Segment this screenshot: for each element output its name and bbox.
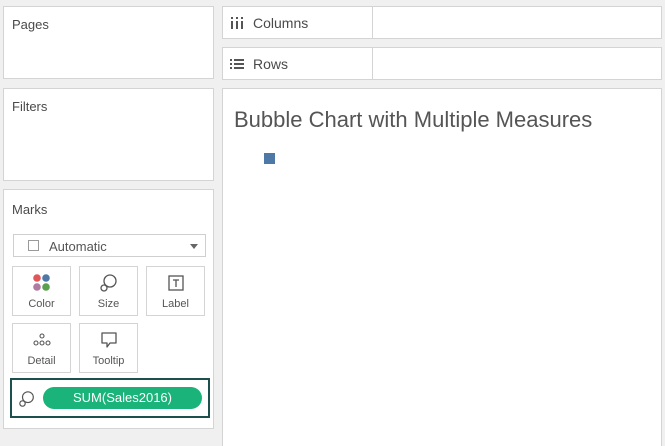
tooltip-button[interactable]: Tooltip (79, 323, 138, 373)
detail-button-label: Detail (27, 355, 56, 367)
tooltip-button-label: Tooltip (92, 355, 125, 367)
marks-card: Marks Automatic Color Size Label Detail … (3, 189, 214, 429)
label-button-label: Label (162, 298, 189, 310)
pages-title: Pages (12, 17, 49, 32)
view-title[interactable]: Bubble Chart with Multiple Measures (234, 107, 592, 133)
detail-dots-icon (13, 330, 70, 350)
marks-field-row: SUM(Sales2016) (10, 378, 210, 418)
size-icon (18, 390, 36, 413)
color-button[interactable]: Color (12, 266, 71, 316)
size-icon (80, 273, 137, 293)
rows-icon (229, 56, 245, 77)
color-button-label: Color (28, 298, 55, 310)
detail-button[interactable]: Detail (12, 323, 71, 373)
tooltip-icon (80, 330, 137, 350)
mark-type-icon (28, 240, 39, 251)
columns-icon (229, 15, 245, 36)
chevron-down-icon[interactable] (183, 235, 205, 256)
columns-shelf[interactable]: Columns (222, 6, 662, 39)
columns-label: Columns (253, 15, 309, 31)
color-dots-icon (13, 273, 70, 293)
filters-card[interactable]: Filters (3, 88, 214, 181)
filters-title: Filters (12, 99, 48, 114)
mark-type-label: Automatic (49, 239, 107, 254)
view-canvas[interactable]: Bubble Chart with Multiple Measures (222, 88, 662, 446)
size-button[interactable]: Size (79, 266, 138, 316)
rows-shelf[interactable]: Rows (222, 47, 662, 80)
bubble-mark[interactable] (264, 153, 275, 164)
sum-sales2016-pill[interactable]: SUM(Sales2016) (43, 387, 202, 409)
pages-card[interactable]: Pages (3, 6, 214, 79)
label-button[interactable]: Label (146, 266, 205, 316)
size-button-label: Size (97, 298, 120, 310)
shelf-divider (372, 7, 373, 38)
mark-type-dropdown[interactable]: Automatic (13, 234, 206, 257)
shelf-divider (372, 48, 373, 79)
rows-label: Rows (253, 56, 289, 72)
marks-title: Marks (12, 202, 48, 217)
label-icon (147, 273, 204, 293)
